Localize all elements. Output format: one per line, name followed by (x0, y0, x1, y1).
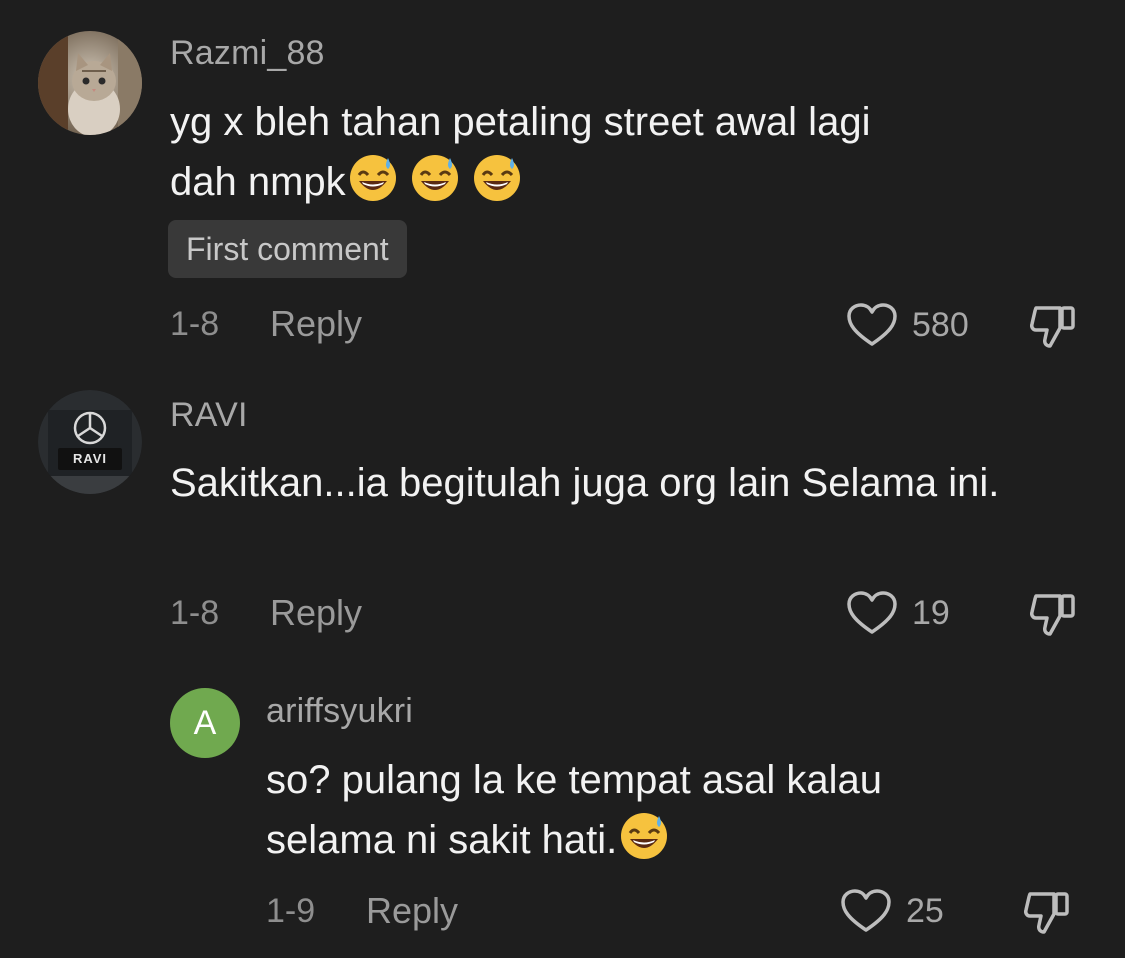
like-count: 25 (906, 892, 944, 930)
thumbs-down-icon[interactable] (1028, 590, 1080, 638)
comment-date: 1-9 (266, 892, 316, 930)
comment-date: 1-8 (170, 594, 220, 632)
username[interactable]: RAVI (170, 396, 248, 435)
sweat-smile-emoji (410, 153, 460, 203)
comment-text: yg x bleh tahan petaling street awal lag… (170, 92, 1070, 212)
username[interactable]: Razmi_88 (170, 34, 325, 73)
comment-1: Razmi_88 yg x bleh tahan petaling street… (0, 0, 1125, 370)
first-comment-badge: First comment (168, 220, 407, 278)
sweat-smile-emoji (472, 153, 522, 203)
comment-date: 1-8 (170, 305, 220, 343)
reply-button[interactable]: Reply (270, 592, 362, 634)
thumbs-down-icon[interactable] (1022, 888, 1074, 936)
like-count: 19 (912, 594, 950, 632)
plate-text: RAVI (72, 451, 108, 466)
like-count: 580 (912, 306, 969, 344)
reply-button[interactable]: Reply (366, 890, 458, 932)
comment-text-body: so? pulang la ke tempat asal kalau selama… (266, 758, 882, 862)
avatar-letter[interactable]: A (170, 688, 240, 758)
sweat-smile-emoji (348, 153, 398, 203)
username[interactable]: ariffsyukri (266, 692, 413, 731)
comment-text: Sakitkan...ia begitulah juga org lain Se… (170, 461, 1000, 505)
sweat-smile-emoji (619, 811, 669, 861)
comment-text: so? pulang la ke tempat asal kalau selama… (266, 750, 1086, 870)
thumbs-down-icon[interactable] (1028, 302, 1080, 350)
reply-button[interactable]: Reply (270, 303, 362, 345)
avatar-car[interactable]: RAVI (38, 390, 142, 494)
comment-thread: Razmi_88 yg x bleh tahan petaling street… (0, 0, 1125, 958)
heart-icon[interactable] (846, 590, 898, 636)
avatar-cat[interactable] (38, 31, 142, 135)
heart-icon[interactable] (846, 302, 898, 348)
heart-icon[interactable] (840, 888, 892, 934)
